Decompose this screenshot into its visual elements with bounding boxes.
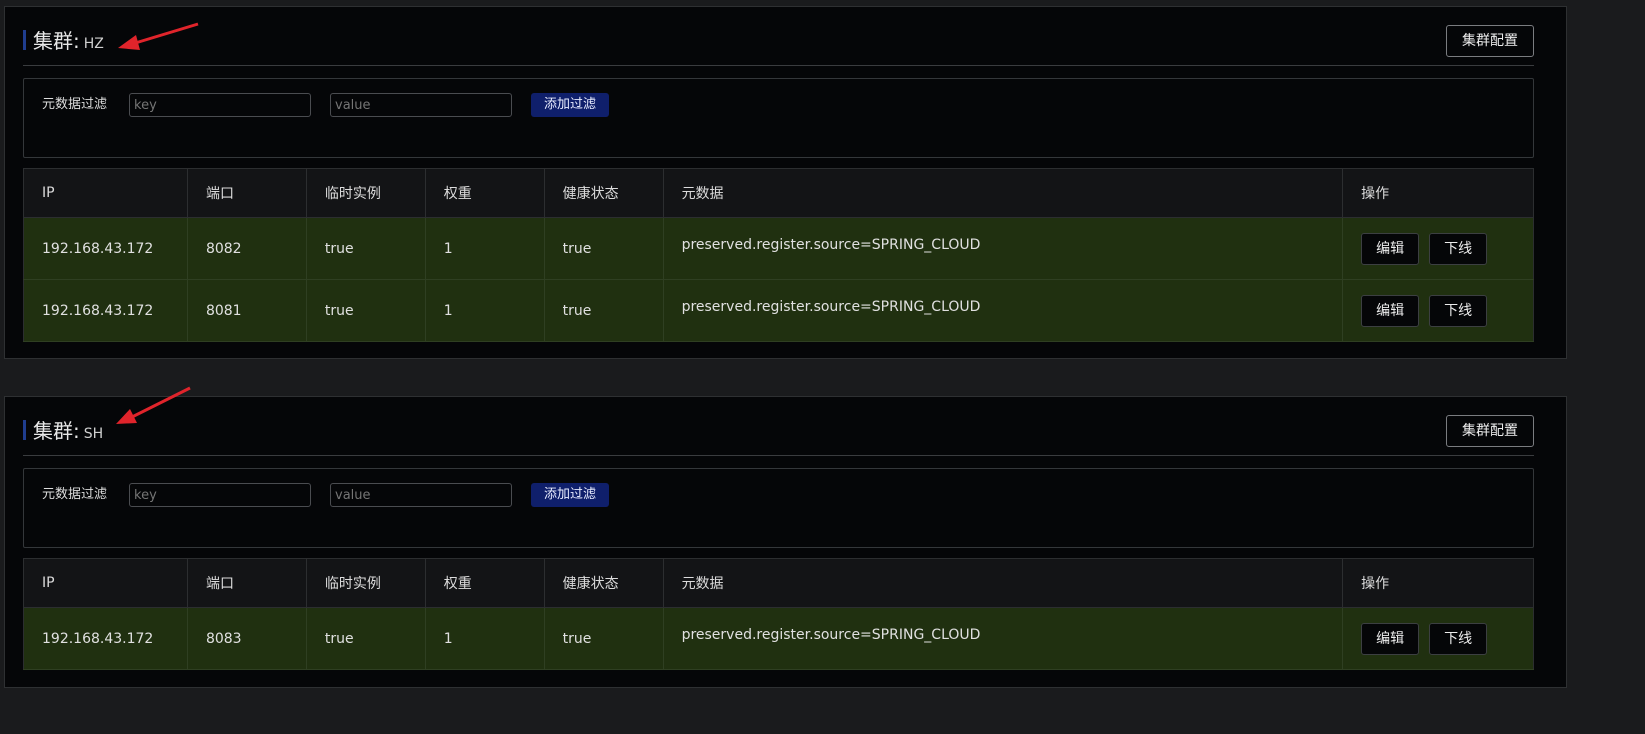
cell-metadata: preserved.register.source=SPRING_CLOUD (663, 279, 1344, 342)
table-row: 192.168.43.172 8081 true 1 true preserve… (23, 279, 1534, 342)
cell-port: 8081 (187, 279, 307, 342)
metadata-filter-box: 元数据过滤 添加过滤 (23, 78, 1534, 158)
offline-button[interactable]: 下线 (1429, 294, 1488, 327)
filter-value-input[interactable] (330, 93, 512, 117)
table-header-row: IP 端口 临时实例 权重 健康状态 元数据 操作 (23, 558, 1534, 608)
metadata-filter-label: 元数据过滤 (42, 487, 108, 502)
offline-button[interactable]: 下线 (1429, 232, 1488, 265)
cell-actions: 编辑 下线 (1342, 279, 1534, 342)
cell-weight: 1 (425, 217, 545, 280)
add-filter-button[interactable]: 添加过滤 (531, 483, 609, 507)
table-header-row: IP 端口 临时实例 权重 健康状态 元数据 操作 (23, 168, 1534, 218)
cell-ip: 192.168.43.172 (23, 279, 188, 342)
edit-button[interactable]: 编辑 (1361, 622, 1420, 655)
edit-button[interactable]: 编辑 (1361, 294, 1420, 327)
column-header-metadata: 元数据 (663, 168, 1344, 218)
column-header-actions: 操作 (1342, 558, 1534, 608)
column-header-ip: IP (23, 168, 188, 218)
column-header-weight: 权重 (425, 168, 545, 218)
cell-ephemeral: true (306, 217, 426, 280)
filter-key-input[interactable] (129, 93, 311, 117)
cell-healthy: true (544, 279, 664, 342)
metadata-filter-label: 元数据过滤 (42, 97, 108, 112)
cell-healthy: true (544, 607, 664, 670)
cluster-accent-bar (23, 30, 26, 50)
cluster-label: 集群: (33, 419, 80, 443)
table-row: 192.168.43.172 8082 true 1 true preserve… (23, 217, 1534, 280)
cluster-name: HZ (83, 36, 104, 52)
column-header-port: 端口 (187, 168, 307, 218)
cluster-config-button[interactable]: 集群配置 (1446, 415, 1534, 447)
column-header-port: 端口 (187, 558, 307, 608)
cluster-config-button[interactable]: 集群配置 (1446, 25, 1534, 57)
filter-value-input[interactable] (330, 483, 512, 507)
edit-button[interactable]: 编辑 (1361, 232, 1420, 265)
column-header-ephemeral: 临时实例 (306, 558, 426, 608)
column-header-health: 健康状态 (544, 168, 664, 218)
instance-table: IP 端口 临时实例 权重 健康状态 元数据 操作 192.168.43.172… (23, 558, 1534, 670)
cluster-panel-hz: 集群:HZ 集群配置 元数据过滤 添加过滤 IP 端口 临时实例 权重 健康状态… (4, 6, 1567, 359)
cell-ip: 192.168.43.172 (23, 607, 188, 670)
cluster-header: 集群: SH 集群配置 (23, 415, 1534, 456)
cluster-header: 集群: HZ 集群配置 (23, 25, 1534, 66)
column-header-ip: IP (23, 558, 188, 608)
cluster-title: 集群: HZ (33, 27, 104, 58)
cluster-panel-sh: 集群:SH 集群配置 元数据过滤 添加过滤 IP 端口 临时实例 权重 健康状态… (4, 396, 1567, 688)
cluster-name: SH (83, 426, 104, 442)
cell-port: 8082 (187, 217, 307, 280)
cell-actions: 编辑 下线 (1342, 607, 1534, 670)
cell-healthy: true (544, 217, 664, 280)
cell-actions: 编辑 下线 (1342, 217, 1534, 280)
cluster-label: 集群: (33, 29, 80, 53)
cluster-list: 集群:HZ 集群配置 元数据过滤 添加过滤 IP 端口 临时实例 权重 健康状态… (0, 0, 1645, 734)
column-header-metadata: 元数据 (663, 558, 1344, 608)
metadata-filter-box: 元数据过滤 添加过滤 (23, 468, 1534, 548)
cluster-title: 集群: SH (33, 417, 103, 448)
cell-ephemeral: true (306, 607, 426, 670)
offline-button[interactable]: 下线 (1429, 622, 1488, 655)
add-filter-button[interactable]: 添加过滤 (531, 93, 609, 117)
cell-ephemeral: true (306, 279, 426, 342)
column-header-ephemeral: 临时实例 (306, 168, 426, 218)
cell-weight: 1 (425, 279, 545, 342)
cell-weight: 1 (425, 607, 545, 670)
cell-port: 8083 (187, 607, 307, 670)
cell-metadata: preserved.register.source=SPRING_CLOUD (663, 217, 1344, 280)
table-row: 192.168.43.172 8083 true 1 true preserve… (23, 607, 1534, 670)
column-header-actions: 操作 (1342, 168, 1534, 218)
cell-metadata: preserved.register.source=SPRING_CLOUD (663, 607, 1344, 670)
instance-table: IP 端口 临时实例 权重 健康状态 元数据 操作 192.168.43.172… (23, 168, 1534, 342)
cluster-accent-bar (23, 420, 26, 440)
cell-ip: 192.168.43.172 (23, 217, 188, 280)
filter-key-input[interactable] (129, 483, 311, 507)
column-header-weight: 权重 (425, 558, 545, 608)
column-header-health: 健康状态 (544, 558, 664, 608)
